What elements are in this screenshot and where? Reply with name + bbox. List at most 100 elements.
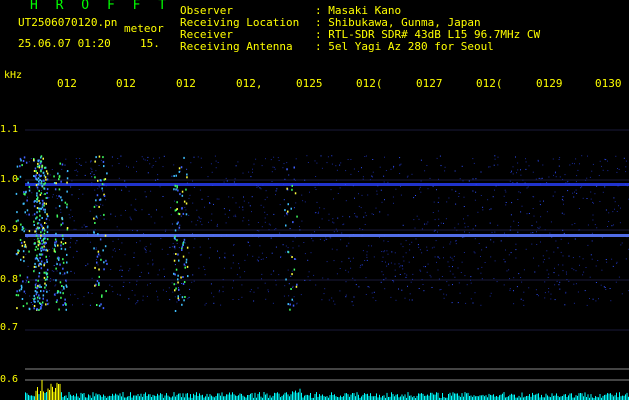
noise-dot (468, 232, 470, 234)
noise-dot (33, 239, 35, 240)
noise-dot (443, 257, 444, 259)
noise-dot (458, 196, 460, 197)
noise-dot (56, 195, 57, 197)
noise-dot (264, 282, 266, 284)
noise-dot (560, 238, 562, 240)
echo-dot (35, 265, 37, 268)
noise-dot (204, 206, 205, 208)
noise-dot (619, 222, 621, 224)
noise-dot (546, 269, 548, 271)
trace-bar (259, 392, 260, 400)
echo-dot (95, 199, 97, 202)
noise-dot (448, 197, 450, 199)
noise-dot (72, 256, 74, 258)
echo-dot (21, 286, 23, 289)
noise-dot (518, 273, 520, 275)
noise-dot (508, 254, 510, 256)
noise-dot (525, 168, 527, 170)
echo-dot (186, 173, 188, 176)
noise-dot (521, 205, 523, 207)
noise-dot (137, 300, 139, 302)
noise-dot (336, 179, 337, 181)
noise-dot (410, 281, 412, 283)
trace-bar (34, 396, 35, 400)
noise-dot (261, 165, 263, 167)
echo-dot (95, 156, 97, 159)
noise-dot (111, 165, 113, 167)
trace-bar (59, 383, 61, 400)
noise-dot (580, 187, 581, 189)
trace-bar (379, 394, 380, 400)
trace-bar (563, 394, 565, 400)
noise-dot (455, 203, 457, 205)
echo-dot (62, 304, 64, 306)
noise-dot (361, 264, 363, 266)
echo-dot (62, 261, 65, 264)
echo-dot (15, 192, 18, 195)
echo-dot (22, 160, 25, 162)
noise-dot (209, 203, 211, 204)
noise-dot (615, 155, 617, 157)
noise-dot (323, 208, 325, 210)
noise-dot (597, 260, 599, 261)
noise-dot (458, 282, 460, 284)
noise-field (25, 155, 629, 306)
trace-bar (293, 392, 295, 400)
noise-dot (95, 205, 97, 207)
echo-dot (291, 184, 293, 187)
echo-dot (185, 213, 188, 216)
noise-dot (383, 240, 385, 242)
noise-dot (29, 295, 31, 297)
noise-dot (607, 160, 608, 162)
trace-bar (625, 394, 626, 400)
echo-dot (33, 220, 35, 223)
noise-dot (520, 174, 522, 176)
noise-dot (373, 291, 375, 293)
noise-dot (505, 249, 506, 251)
noise-dot (364, 212, 366, 214)
noise-dot (618, 276, 620, 278)
noise-dot (71, 180, 73, 182)
noise-dot (228, 196, 230, 198)
noise-dot (157, 178, 159, 180)
noise-dot (513, 277, 515, 279)
noise-dot (532, 208, 534, 209)
noise-dot (259, 187, 261, 189)
noise-dot (345, 170, 347, 172)
echo-dot (27, 181, 29, 184)
trace-bar (166, 393, 167, 400)
antenna-value: : 5el Yagi Az 280 for Seoul (315, 40, 494, 53)
echo-dot (181, 303, 183, 306)
noise-dot (223, 181, 225, 183)
noise-dot (472, 190, 474, 192)
trace-bar (557, 395, 559, 400)
echo-dot (174, 310, 177, 312)
noise-dot (539, 200, 541, 202)
noise-dot (572, 192, 574, 194)
echo-dot (178, 288, 180, 291)
noise-dot (65, 158, 67, 160)
trace-bar (200, 395, 202, 400)
trace-bar (595, 396, 596, 400)
noise-dot (390, 168, 392, 170)
echo-dot (177, 212, 180, 215)
noise-dot (292, 285, 294, 287)
echo-dot (41, 203, 44, 206)
noise-dot (117, 293, 119, 295)
noise-dot (143, 233, 144, 235)
noise-dot (472, 302, 474, 304)
noise-dot (383, 279, 385, 281)
echo-dot (285, 278, 287, 281)
echo-dot (36, 198, 38, 201)
echo-dot (46, 192, 48, 194)
trace-bar (179, 393, 181, 400)
noise-dot (192, 180, 193, 182)
echo-dot (38, 263, 40, 266)
trace-bar (490, 394, 491, 400)
noise-dot (366, 254, 368, 256)
noise-dot (522, 299, 524, 301)
trace-bar (65, 395, 67, 400)
echo-dot (43, 187, 46, 190)
noise-dot (306, 155, 308, 157)
noise-dot (371, 292, 373, 294)
